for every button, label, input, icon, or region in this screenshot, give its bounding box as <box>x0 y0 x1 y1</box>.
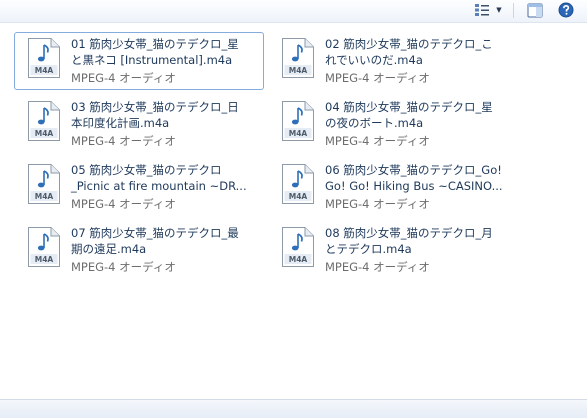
file-badge: M4A <box>35 192 54 201</box>
file-name-line1: 04 筋肉少女帯_猫のテデクロ_星 <box>325 100 493 114</box>
file-name-line1: 07 筋肉少女帯_猫のテデクロ_最 <box>71 226 239 240</box>
m4a-audio-file-icon: M4A <box>28 164 60 204</box>
file-name-line1: 08 筋肉少女帯_猫のテデクロ_月 <box>325 226 493 240</box>
file-badge: M4A <box>35 66 54 75</box>
m4a-audio-file-icon: M4A <box>28 227 60 267</box>
file-tile[interactable]: M4A 04 筋肉少女帯_猫のテデクロ_星 の夜のボート.m4a MPEG-4 … <box>268 95 518 153</box>
m4a-audio-file-icon: M4A <box>282 101 314 141</box>
file-name-line1: 01 筋肉少女帯_猫のテデクロ_星 <box>71 37 239 51</box>
help-button[interactable] <box>555 0 577 20</box>
file-type: MPEG-4 オーディオ <box>325 134 430 148</box>
chevron-down-icon: ▼ <box>496 6 502 14</box>
file-tile[interactable]: M4A 05 筋肉少女帯_猫のテデクロ _Picnic at fire moun… <box>14 158 264 216</box>
file-name-line1: 02 筋肉少女帯_猫のテデクロ_こ <box>325 37 493 51</box>
file-type: MPEG-4 オーディオ <box>71 71 176 85</box>
file-badge: M4A <box>289 255 308 264</box>
file-type: MPEG-4 オーディオ <box>71 260 176 274</box>
file-badge: M4A <box>289 129 308 138</box>
m4a-audio-file-icon: M4A <box>282 227 314 267</box>
preview-pane-icon <box>527 3 543 17</box>
file-type: MPEG-4 オーディオ <box>71 197 176 211</box>
help-icon <box>558 2 574 18</box>
file-name-line2: とテデクロ.m4a <box>325 242 412 256</box>
file-name-line2: の夜のボート.m4a <box>325 116 424 130</box>
file-badge: M4A <box>289 192 308 201</box>
file-tile[interactable]: M4A 07 筋肉少女帯_猫のテデクロ_最 期の遠足.m4a MPEG-4 オー… <box>14 221 264 279</box>
file-type: MPEG-4 オーディオ <box>325 197 430 211</box>
file-badge: M4A <box>35 129 54 138</box>
file-badge: M4A <box>289 66 308 75</box>
file-type: MPEG-4 オーディオ <box>325 71 430 85</box>
file-list: M4A 01 筋肉少女帯_猫のテデクロ_星 と黒ネコ [Instrumental… <box>0 22 587 399</box>
file-type: MPEG-4 オーディオ <box>71 134 176 148</box>
file-tile[interactable]: M4A 06 筋肉少女帯_猫のテデクロ_Go! Go! Go! Hiking B… <box>268 158 518 216</box>
file-name-line2: 本印度化計画.m4a <box>71 116 170 130</box>
file-badge: M4A <box>35 255 54 264</box>
details-view-icon <box>475 4 490 16</box>
m4a-audio-file-icon: M4A <box>282 164 314 204</box>
command-bar: ▼ <box>0 0 587 23</box>
file-name-line1: 06 筋肉少女帯_猫のテデクロ_Go! <box>325 163 502 177</box>
m4a-audio-file-icon: M4A <box>28 38 60 78</box>
file-tile[interactable]: M4A 08 筋肉少女帯_猫のテデクロ_月 とテデクロ.m4a MPEG-4 オ… <box>268 221 518 279</box>
file-tile[interactable]: M4A 03 筋肉少女帯_猫のテデクロ_日 本印度化計画.m4a MPEG-4 … <box>14 95 264 153</box>
file-tile[interactable]: M4A 02 筋肉少女帯_猫のテデクロ_こ れでいいのだ.m4a MPEG-4 … <box>268 32 518 90</box>
file-name-line2: Go! Go! Hiking Bus ~CASINO... <box>325 179 503 193</box>
file-tile[interactable]: M4A 01 筋肉少女帯_猫のテデクロ_星 と黒ネコ [Instrumental… <box>14 32 264 90</box>
m4a-audio-file-icon: M4A <box>28 101 60 141</box>
preview-pane-button[interactable] <box>524 0 546 20</box>
file-name-line2: _Picnic at fire mountain ~DR... <box>71 179 247 193</box>
file-name-line1: 05 筋肉少女帯_猫のテデクロ <box>71 163 222 177</box>
file-name-line2: と黒ネコ [Instrumental].m4a <box>71 53 233 67</box>
status-bar <box>0 399 587 418</box>
file-name-line1: 03 筋肉少女帯_猫のテデクロ_日 <box>71 100 239 114</box>
file-type: MPEG-4 オーディオ <box>325 260 430 274</box>
m4a-audio-file-icon: M4A <box>282 38 314 78</box>
file-name-line2: 期の遠足.m4a <box>71 242 147 256</box>
change-view-button[interactable]: ▼ <box>468 0 508 20</box>
file-name-line2: れでいいのだ.m4a <box>325 53 423 67</box>
toolbar-separator <box>513 3 514 18</box>
